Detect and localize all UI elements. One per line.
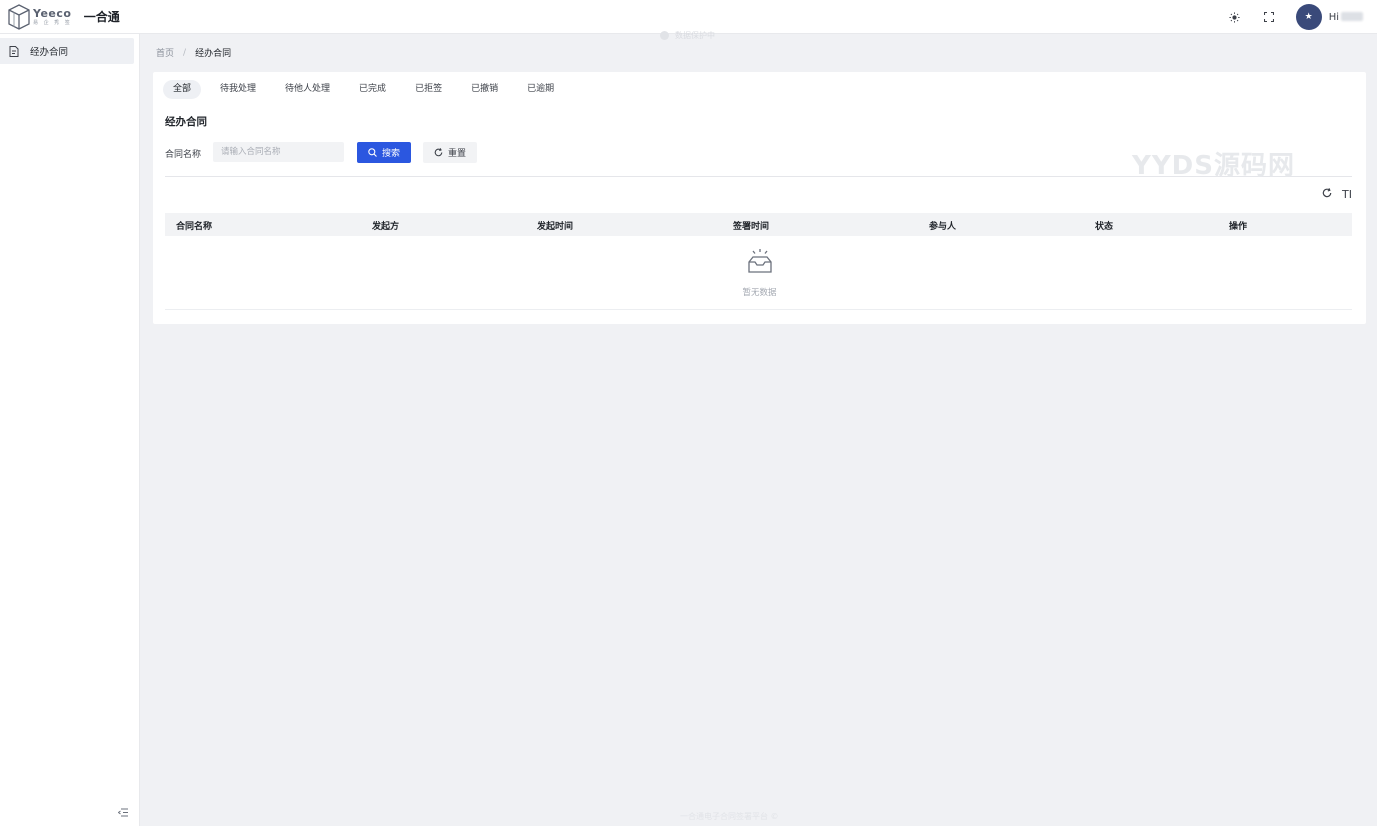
- tab-all[interactable]: 全部: [163, 80, 202, 99]
- tab-pending-others[interactable]: 待他人处理: [275, 80, 340, 99]
- table-density-icon[interactable]: TI: [1342, 188, 1352, 201]
- top-watermark: 数据保护中: [660, 30, 715, 41]
- breadcrumb-separator: /: [183, 47, 187, 58]
- logo-subtitle: 易 企 秀 签: [33, 19, 72, 26]
- contracts-card: 全部 待我处理 待他人处理 已完成 已拒签 已撤销 已逾期 经办合同 合同名称 …: [153, 72, 1366, 324]
- empty-inbox-icon: [747, 249, 772, 273]
- tab-pending-me[interactable]: 待我处理: [210, 80, 266, 99]
- column-header: 合同名称: [176, 222, 213, 232]
- contract-name-label: 合同名称: [165, 150, 202, 160]
- breadcrumb: 首页 / 经办合同: [156, 46, 232, 60]
- column-header: 状态: [1095, 222, 1114, 232]
- status-tabs: 全部 待我处理 待他人处理 已完成 已拒签 已撤销 已逾期: [163, 80, 573, 99]
- column-header: 发起方: [372, 222, 400, 232]
- tab-rejected[interactable]: 已拒签: [405, 80, 452, 99]
- logo[interactable]: Yeeco 易 企 秀 签: [8, 2, 72, 32]
- section-divider: [165, 176, 1352, 177]
- watermark-dot-icon: [660, 31, 669, 40]
- section-title: 经办合同: [165, 116, 207, 128]
- tab-expired[interactable]: 已逾期: [517, 80, 564, 99]
- contract-name-input[interactable]: [213, 142, 344, 162]
- table-refresh-icon[interactable]: [1322, 188, 1332, 201]
- table-header: 合同名称 发起方 发起时间 签署时间 参与人 状态 操作: [165, 213, 1352, 236]
- breadcrumb-current: 经办合同: [195, 49, 232, 59]
- document-icon: [9, 45, 19, 57]
- table-bottom-border: [165, 309, 1352, 310]
- top-header: Yeeco 易 企 秀 签 一合通 数据保护中 ★ Hi: [0, 0, 1377, 40]
- reset-icon: [434, 148, 443, 157]
- column-header: 参与人: [929, 222, 957, 232]
- column-header: 操作: [1229, 222, 1248, 232]
- user-greeting[interactable]: Hi: [1329, 12, 1363, 23]
- sidebar-item-contracts[interactable]: 经办合同: [0, 38, 134, 64]
- avatar[interactable]: ★: [1295, 4, 1322, 30]
- user-name-blurred: [1341, 12, 1363, 21]
- tab-revoked[interactable]: 已撤销: [461, 80, 508, 99]
- header-actions: ★ Hi: [1228, 0, 1363, 34]
- breadcrumb-home[interactable]: 首页: [156, 46, 174, 59]
- logo-cube-icon: [8, 3, 30, 30]
- empty-state: 暂无数据: [153, 248, 1366, 298]
- app-title: 一合通: [83, 10, 120, 24]
- search-icon: [368, 148, 377, 157]
- sidebar-item-label: 经办合同: [30, 47, 69, 58]
- sidebar: 经办合同: [0, 34, 140, 826]
- fullscreen-icon[interactable]: [1262, 10, 1276, 24]
- tab-completed[interactable]: 已完成: [349, 80, 396, 99]
- empty-text: 暂无数据: [742, 288, 777, 298]
- column-header: 发起时间: [537, 222, 574, 232]
- search-button[interactable]: 搜索: [357, 142, 411, 163]
- theme-icon[interactable]: [1228, 10, 1242, 24]
- footer-text: 一合通电子合同签署平台 ©: [680, 812, 779, 821]
- reset-button[interactable]: 重置: [423, 142, 477, 163]
- logo-brand: Yeeco: [33, 6, 72, 20]
- column-header: 签署时间: [733, 222, 770, 232]
- menu-fold-icon[interactable]: [117, 808, 130, 820]
